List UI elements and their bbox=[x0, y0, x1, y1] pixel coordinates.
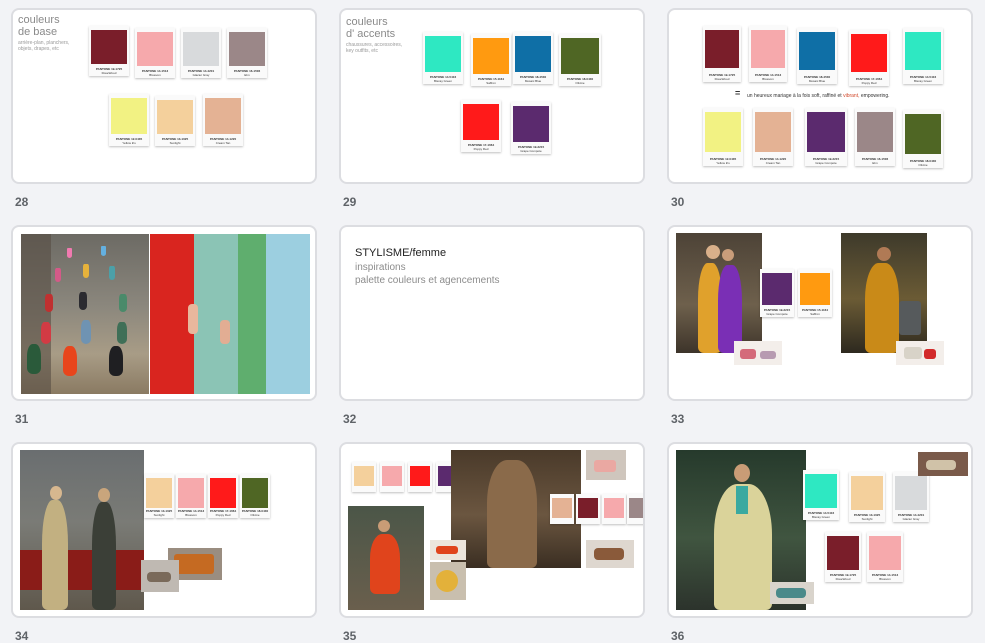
swatch-blossom: PANTONE 14-1513 Blossom bbox=[135, 28, 175, 78]
swatch-glacier-gray: PANTONE 14-4201 Glacier Gray bbox=[181, 28, 221, 78]
swatch-sunlight bbox=[352, 462, 376, 492]
swatch-olivine: PANTONE 18-0430 Olivine bbox=[559, 34, 601, 86]
slide-29[interactable]: couleurs d' accents chaussures, accessoi… bbox=[339, 8, 645, 184]
slide-title-line2: d' accents bbox=[346, 28, 396, 40]
swatch-yellow-iris: PANTONE 12-0435 Yellow Iris bbox=[109, 94, 149, 146]
slide-title-line2: de base bbox=[18, 26, 58, 38]
runway-photo bbox=[21, 234, 149, 394]
slide-subtitle-line2: objets, drapes, etc bbox=[18, 46, 59, 52]
fashion-photo-street bbox=[20, 450, 144, 610]
slide-number: 30 bbox=[671, 195, 685, 209]
slide-number: 36 bbox=[671, 629, 685, 643]
slide-number: 28 bbox=[15, 195, 29, 209]
slide-title: STYLISME/femme bbox=[355, 247, 447, 259]
swatch-glacier-gray: PANTONE 14-4201 Glacier Gray bbox=[893, 472, 929, 522]
slide-number: 35 bbox=[343, 629, 357, 643]
suits-photo bbox=[150, 234, 310, 394]
swatch-grape-compote: PANTONE 19-3215 Grape Compote bbox=[760, 269, 794, 317]
tagline: un heureux mariage à la fois soft, raffi… bbox=[747, 93, 890, 99]
swatch-biscay-green: PANTONE 14-5416 Biscay Green bbox=[423, 32, 463, 84]
swatch-cream-tan: PANTONE 14-1220 Cream Tan bbox=[753, 108, 793, 166]
swatch-blossom: PANTONE 14-1513 Blossom bbox=[867, 532, 903, 582]
heels-photo bbox=[896, 341, 944, 365]
swatch-elm bbox=[627, 494, 643, 524]
swatch-cream-tan: PANTONE 14-1220 Cream Tan bbox=[203, 94, 243, 146]
swatch-cream-tan bbox=[550, 494, 574, 524]
fashion-photo-left bbox=[676, 233, 762, 353]
sneakers-photo bbox=[918, 452, 968, 476]
swatch-poppy-red bbox=[408, 462, 432, 492]
slide-number: 34 bbox=[15, 629, 29, 643]
swatch-blossom: PANTONE 14-1513 Blossom bbox=[176, 474, 206, 518]
slide-32[interactable]: STYLISME/femme inspirations palette coul… bbox=[339, 225, 645, 401]
slide-35[interactable] bbox=[339, 442, 645, 618]
slide-number: 32 bbox=[343, 412, 357, 426]
chair-photo bbox=[430, 562, 466, 600]
swatch-blossom bbox=[602, 494, 626, 524]
swatch-poppy-red: PANTONE 17-1664 Poppy Red bbox=[208, 474, 238, 518]
swatch-saffron: PANTONE 15-1164 Saffron bbox=[471, 34, 511, 86]
swatch-sunlight: PANTONE 13-1025 Sunlight bbox=[155, 96, 195, 146]
swatch-blossom bbox=[380, 462, 404, 492]
swatch-mosaic-blue: PANTONE 18-4530 Mosaic Blue bbox=[513, 32, 553, 84]
swatch-rosewood: PANTONE 19-1725 RoseWood bbox=[89, 26, 129, 76]
fashion-photo-train bbox=[348, 506, 424, 610]
swatch-yellow-iris: PANTONE 12-0435 Yellow Iris bbox=[703, 108, 743, 166]
slide-title-line1: couleurs bbox=[346, 16, 388, 28]
swatch-elm: PANTONE 16-1506 Elm bbox=[855, 108, 895, 166]
slide-31[interactable] bbox=[11, 225, 317, 401]
swatch-mosaic-blue: PANTONE 18-4530 Mosaic Blue bbox=[797, 28, 837, 84]
slide-title-line1: couleurs bbox=[18, 14, 60, 26]
slide-subtitle-line1: inspirations bbox=[355, 262, 406, 273]
equals-icon: = bbox=[735, 88, 741, 98]
mules-photo bbox=[586, 450, 626, 480]
sandal-photo bbox=[141, 560, 179, 592]
slide-subtitle-line2: key outfits, etc bbox=[346, 48, 378, 54]
swatch-sunlight: PANTONE 13-1025 Sunlight bbox=[849, 472, 885, 522]
slide-number: 31 bbox=[15, 412, 29, 426]
swatch-saffron: PANTONE 15-1164 Saffron bbox=[798, 269, 832, 317]
slide-28[interactable]: couleurs de base arrière-plan, planchers… bbox=[11, 8, 317, 184]
swatch-poppy-red: PANTONE 17-1664 Poppy Red bbox=[849, 30, 889, 86]
slide-number: 33 bbox=[671, 412, 685, 426]
swatch-grape-compote: PANTONE 19-3215 Grape Compote bbox=[805, 108, 847, 166]
slide-34[interactable]: PANTONE 13-1025 Sunlight PANTONE 14-1513 B… bbox=[11, 442, 317, 618]
shoes-photo bbox=[734, 341, 782, 365]
swatch-rosewood: PANTONE 19-1725 RoseWood bbox=[703, 26, 741, 82]
slide-number: 29 bbox=[343, 195, 357, 209]
swatch-biscay-green: PANTONE 14-5416 Biscay Green bbox=[803, 470, 839, 520]
slide-30[interactable]: PANTONE 19-1725 RoseWood PANTONE 14-1513 B… bbox=[667, 8, 973, 184]
swatch-olivine: PANTONE 18-0430 Olivine bbox=[903, 110, 943, 168]
slide-subtitle-line2: palette couleurs et agencements bbox=[355, 275, 500, 286]
swatch-blossom: PANTONE 14-1513 Blossom bbox=[749, 26, 787, 82]
heels-photo bbox=[430, 540, 466, 560]
slide-33[interactable]: PANTONE 19-3215 Grape Compote PANTONE 15-… bbox=[667, 225, 973, 401]
swatch-biscay-green: PANTONE 14-5416 Biscay Green bbox=[903, 28, 943, 84]
slide-36[interactable]: PANTONE 14-5416 Biscay Green PANTONE 13-1… bbox=[667, 442, 973, 618]
swatch-olivine: PANTONE 18-0430 Olivine bbox=[240, 474, 270, 518]
swatch-grape-compote: PANTONE 19-3215 Grape Compote bbox=[511, 102, 551, 154]
swatch-sunlight: PANTONE 13-1025 Sunlight bbox=[144, 474, 174, 518]
swatch-poppy-red: PANTONE 17-1664 Poppy Red bbox=[461, 100, 501, 152]
swatch-rosewood: PANTONE 19-1725 RoseWood bbox=[825, 532, 861, 582]
shoe-photo bbox=[770, 582, 814, 604]
swatch-rosewood bbox=[576, 494, 600, 524]
shoe-photo bbox=[586, 540, 634, 568]
swatch-elm: PANTONE 16-1506 Elm bbox=[227, 28, 267, 78]
fashion-photo-right bbox=[841, 233, 927, 353]
